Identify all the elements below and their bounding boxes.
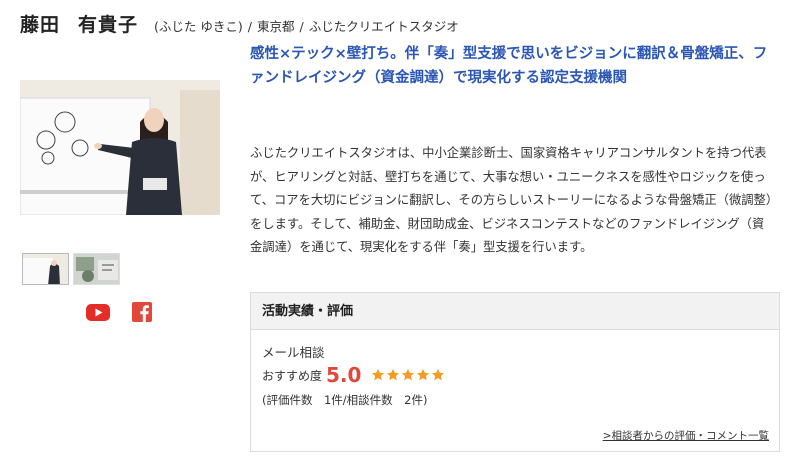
profile-header: 藤田 有貴子 (ふじた ゆきこ) / 東京都 / ふじたクリエイトスタジオ	[20, 10, 459, 36]
reviews-list-link[interactable]: >相談者からの評価・コメント一覧	[603, 428, 769, 443]
rating-row: おすすめ度 5.0	[262, 363, 779, 387]
review-counts: (評価件数 1件/相談件数 2件)	[262, 393, 428, 407]
star-icon	[402, 368, 415, 381]
consultant-name: 藤田 有貴子	[20, 10, 138, 37]
consultation-type: メール相談	[262, 345, 325, 360]
thumbnail-presenter[interactable]	[22, 253, 69, 285]
facebook-icon[interactable]	[130, 302, 154, 322]
social-links	[86, 302, 154, 322]
photo-thumbnails	[22, 253, 120, 285]
rating-score: 5.0	[326, 363, 362, 387]
thumbnail-workspace[interactable]	[73, 253, 120, 285]
service-headline: 感性×テック×壁打ち。伴「奏」型支援で思いをビジョンに翻訳＆骨盤矯正、ファンドレ…	[250, 46, 768, 86]
company-name: ふじたクリエイトスタジオ	[308, 19, 459, 34]
main-photo[interactable]	[20, 80, 220, 215]
rating-stars	[371, 368, 445, 382]
recommend-label: おすすめ度	[262, 368, 323, 383]
evaluation-title: 活動実績・評価	[251, 293, 779, 330]
star-icon	[417, 368, 430, 381]
service-description: ふじたクリエイトスタジオは、中小企業診断士、国家資格キャリアコンサルタントを持つ…	[250, 146, 773, 254]
presenter-photo	[20, 80, 220, 215]
star-icon	[372, 368, 385, 381]
star-icon	[432, 368, 445, 381]
surname: 藤田	[20, 14, 61, 36]
location: 東京都	[256, 19, 295, 34]
youtube-icon[interactable]	[86, 302, 110, 322]
star-icon	[387, 368, 400, 381]
profile-meta: (ふじた ゆきこ) / 東京都 / ふじたクリエイトスタジオ	[154, 19, 459, 34]
name-reading: (ふじた ゆきこ)	[154, 19, 243, 34]
given-name: 有貴子	[78, 14, 139, 36]
evaluation-panel: 活動実績・評価 メール相談 おすすめ度 5.0 (評価件数 1件/相談件数 2件…	[250, 292, 780, 452]
